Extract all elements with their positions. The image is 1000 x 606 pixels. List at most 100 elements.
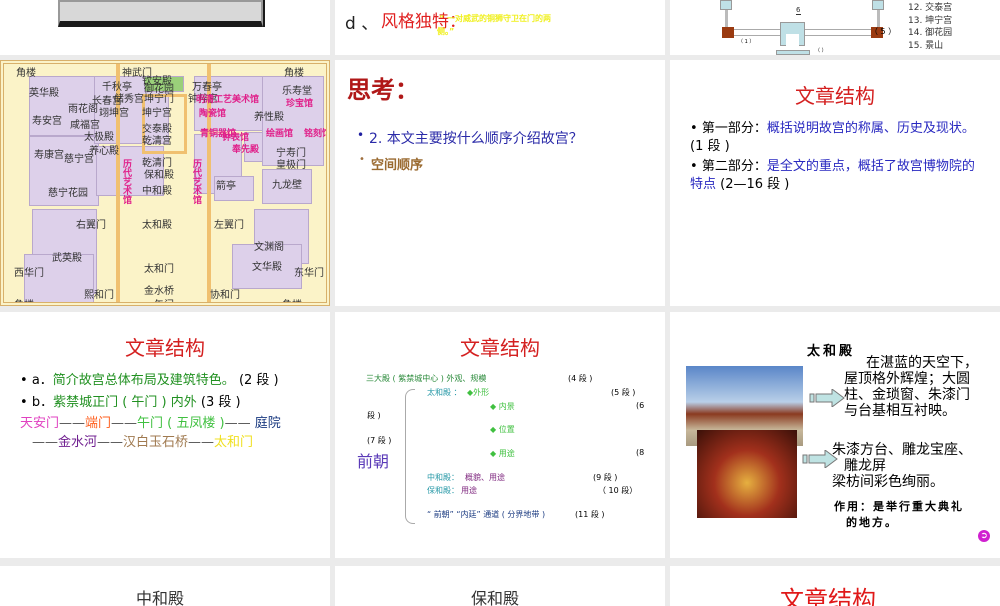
slide-thumb-7[interactable]: 文章结构 • a．简介故宫总体布局及建筑特色。 (2 段 ) • b．紫禁城正门… <box>0 312 330 558</box>
outline-line: ◆外形 <box>467 388 490 397</box>
paragraph-ref: (4 段 ) <box>568 374 593 383</box>
diagram-tower <box>872 0 884 10</box>
map-label: 熙和门 <box>84 290 114 301</box>
slide-title: 文章结构 <box>795 84 875 108</box>
desc-line: 柱、金琐窗、朱漆门 <box>844 387 970 403</box>
map-label: 英华殿 <box>29 88 59 99</box>
arrow-right-icon <box>809 389 845 407</box>
route-segment: 天安门 <box>20 416 60 431</box>
slide-thumb-8[interactable]: 文章结构 三大殿 ( 紫禁城中心 ) 外观、规模 (4 段 ) 太和殿 ： ◆外… <box>335 312 665 558</box>
bullet-b: • b．紫禁城正门 ( 午门 ) 内外 (3 段 ) <box>20 395 241 410</box>
map-label: 角楼 <box>14 300 34 306</box>
map-museum-label: 绘画馆 <box>266 129 294 139</box>
map-label: 翊坤宫 <box>99 108 129 119</box>
part-label: 第一部分： <box>701 121 767 136</box>
diagram-base <box>776 50 810 55</box>
map-museum-label: 明清工艺美术馆 <box>196 95 260 105</box>
route-segment: —— <box>59 416 86 431</box>
slide-thumb-9[interactable]: 太和殿 在湛蓝的天空下， 屋顶格外辉煌；大圆 柱、金琐窗、朱漆门 与台基相互衬映… <box>670 312 1000 558</box>
route-segment: 午门 ( 五凤楼 ) <box>137 416 225 431</box>
map-label: 文渊阁 <box>254 242 284 253</box>
slide-title: 文章结构 <box>780 586 876 606</box>
slide-thumb-6[interactable]: 文章结构 • 第一部分：概括说明故宫的称属、历史及现状。 (1 段 ) • 第二… <box>670 60 1000 306</box>
slide-thumb-2[interactable]: d 、 风格独特： “ 一对威武的铜狮守卫在门的两 侧。” <box>335 0 665 55</box>
item-label: a． <box>31 373 53 388</box>
question: 2. 本文主要按什么顺序介绍故宫？ <box>369 131 583 147</box>
part-text: 概括说明故宫的称属、历史及现状。 <box>766 121 975 136</box>
item-text: 紫禁城正门 ( 午门 ) 内外 <box>53 395 197 410</box>
think-title: 思考： <box>347 76 419 104</box>
bullet: • <box>690 121 702 136</box>
map-label: 太和门 <box>144 264 174 275</box>
route-segment: —— <box>97 435 124 450</box>
part-label: 第二部分： <box>701 159 767 174</box>
bullet: • <box>359 154 365 165</box>
palace-list: 12. 交泰宫 13. 坤宁宫 14. 御花园 15. 景山 <box>908 2 952 52</box>
route-line-2: ——金水河——汉白玉石桥——太和门 <box>32 434 253 452</box>
map-museum-label: 奉先殿 <box>232 145 260 155</box>
list-item: 14. 御花园 <box>908 28 953 38</box>
diagram-tower <box>720 0 732 10</box>
route-line-1: 天安门——端门——午门 ( 五凤楼 )—— 庭院 <box>20 415 281 433</box>
usage-line: 的地方。 <box>846 516 898 529</box>
diagram-gate-opening <box>786 34 799 46</box>
slide-thumb-5[interactable]: 思考： • 2. 本文主要按什么顺序介绍故宫？ • 空间顺序 <box>335 60 665 306</box>
route-segment: —— <box>188 435 215 450</box>
map-label: 坤宁宫 <box>142 108 172 119</box>
outline-line: ◆ 内景 <box>490 402 515 411</box>
outline-line: 用途 <box>461 486 477 495</box>
map-label: 太和殿 <box>142 220 172 231</box>
outline-line: “ 前朝” “内廷” 通道 ( 分界地带 ) <box>427 510 546 519</box>
slide-image-frame <box>58 0 263 27</box>
map-label: 养性殿 <box>254 112 284 123</box>
route-segment: —— <box>32 435 58 450</box>
outline-line: ◆ 用途 <box>490 449 515 458</box>
desc-line: 屋顶格外辉煌；大圆 <box>844 371 970 387</box>
desc-line: 雕龙屏 <box>844 458 886 474</box>
paragraph-ref: (8 <box>636 448 645 457</box>
map-label: 午门 <box>154 300 174 306</box>
route-segment: —— <box>111 416 138 431</box>
return-action-button[interactable]: ➲ <box>978 530 990 542</box>
route-segment: 庭院 <box>254 416 281 431</box>
map-label: 协和门 <box>210 290 240 301</box>
desc-line: 与台基相互衬映。 <box>844 403 956 419</box>
slide-thumb-4-palace-map[interactable]: 角楼 神武门 角楼 钦安殿 英华殿 千秋亭 御花园 万春亭 乐寿堂 雨花阁 长春宫 储秀宫 坤宁门 钟粹宫… <box>0 60 330 306</box>
item-text: 简介故宫总体布局及建筑特色。 <box>52 373 235 388</box>
map-label: 东华门 <box>294 268 324 279</box>
usage-text: 作用：是举行重大典礼 的地方。 <box>834 499 964 531</box>
desc-line: 在湛蓝的天空下， <box>866 355 978 371</box>
map-label: 武英殿 <box>52 253 82 264</box>
desc-line: 朱漆方台、雕龙宝座、 <box>832 442 972 458</box>
map-label: 金水桥 <box>144 286 174 297</box>
slide-thumb-10[interactable]: 中和殿 <box>0 566 330 606</box>
map-museum-label: 珍宝馆 <box>286 99 314 109</box>
map-label: 中和殿 <box>142 186 172 197</box>
slide-thumb-12[interactable]: 文章结构 <box>670 566 1000 606</box>
interior-description: 朱漆方台、雕龙宝座、 雕龙屏 梁枋间彩色绚丽。 <box>832 442 972 490</box>
map-label: 右翼门 <box>76 220 106 231</box>
map-label: 慈宁宫 <box>64 154 94 165</box>
bullet-a: • a．简介故宫总体布局及建筑特色。 (2 段 ) <box>20 373 279 388</box>
slide-thumb-3[interactable]: 6 （ 5 ） （ 1 ） （ ） 12. 交泰宫 13. 坤宁宫 14. 御花… <box>670 0 1000 55</box>
outline-line: 三大殿 ( 紫禁城中心 ) 外观、规模 <box>366 374 487 383</box>
slide-thumb-11[interactable]: 保和殿 <box>335 566 665 606</box>
map-label: 太极殿 <box>84 132 114 143</box>
diagram-bridge: 6 <box>796 6 802 15</box>
quote-line-1: “ 一对威武的铜狮守卫在门的两 <box>439 14 552 23</box>
route-segment: 太和门 <box>214 435 254 450</box>
exterior-description: 在湛蓝的天空下， 屋顶格外辉煌；大圆 柱、金琐窗、朱漆门 与台基相互衬映。 <box>844 355 978 419</box>
map-museum-label: 陶瓷馆 <box>199 109 227 119</box>
map-label: 角楼 <box>16 68 36 79</box>
slide-title: 中和殿 <box>136 589 185 606</box>
answer: 空间顺序 <box>371 158 424 173</box>
map-label: 皇极门 <box>276 160 306 171</box>
map-label: 九龙壁 <box>272 180 302 191</box>
slide-thumb-1[interactable] <box>0 0 330 55</box>
map-label: 乐寿堂 <box>282 86 312 97</box>
paragraph-ref: (5 段 ) <box>611 388 636 397</box>
taihedian-interior-photo <box>697 430 797 518</box>
map-label: 文华殿 <box>252 262 282 273</box>
map-museum-label: 历代艺术馆 <box>191 159 201 204</box>
route-segment: 端门 <box>85 416 112 431</box>
